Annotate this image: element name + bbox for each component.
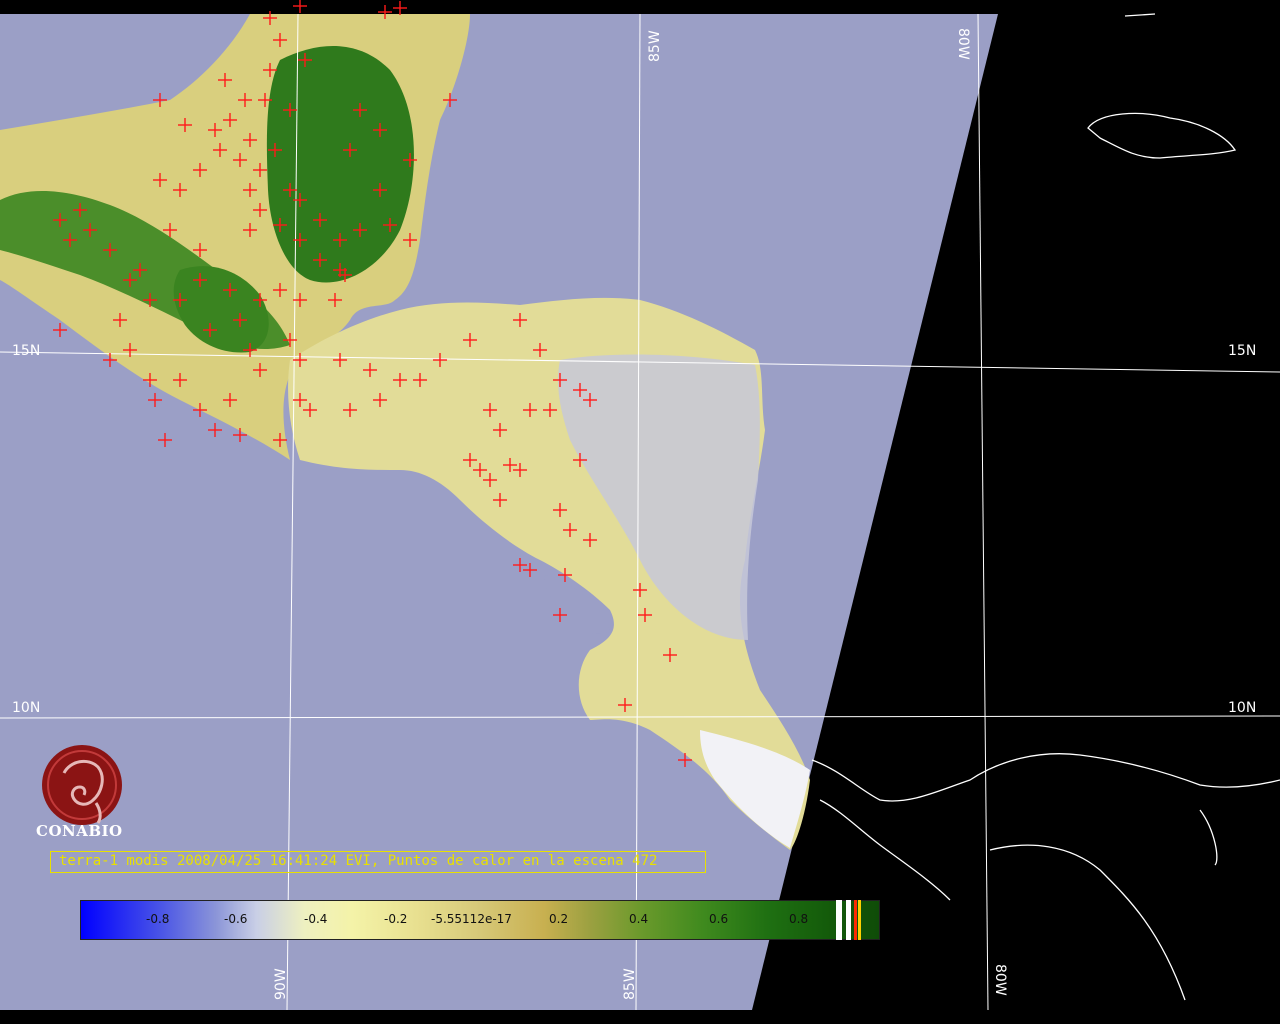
label-lat-15n-left: 15N — [12, 343, 40, 359]
colorbar-white-cap-2 — [846, 900, 851, 940]
colorbar-label: -0.8 — [146, 912, 170, 926]
colorbar-label: 0.4 — [629, 912, 649, 926]
colorbar-red-cap — [854, 900, 857, 940]
colorbar-label: 0.8 — [789, 912, 809, 926]
label-lon-85w-bottom: 85W — [622, 968, 638, 1000]
colorbar-white-cap — [836, 900, 842, 940]
label-lat-10n-right: 10N — [1228, 700, 1256, 716]
label-lon-80w-top: 80W — [955, 28, 971, 60]
colorbar-label: 0.2 — [549, 912, 569, 926]
colorbar-label: -0.2 — [384, 912, 408, 926]
colorbar-label: -0.4 — [304, 912, 328, 926]
label-lat-10n-left: 10N — [12, 700, 40, 716]
colorbar-yellow-cap — [858, 900, 861, 940]
scene-caption: terra-1 modis 2008/04/25 16:41:24 EVI, P… — [50, 851, 706, 873]
label-lat-15n-right: 15N — [1228, 343, 1256, 359]
colorbar-label: 0.6 — [709, 912, 729, 926]
colorbar-label: -0.6 — [224, 912, 248, 926]
colorbar-label: -5.55112e-17 — [431, 912, 512, 926]
label-lon-80w-bottom: 80W — [992, 964, 1008, 996]
label-lon-90w-bottom: 90W — [273, 968, 289, 1000]
logo-text: CONABIO — [36, 822, 123, 840]
label-lon-85w-top: 85W — [647, 30, 663, 62]
